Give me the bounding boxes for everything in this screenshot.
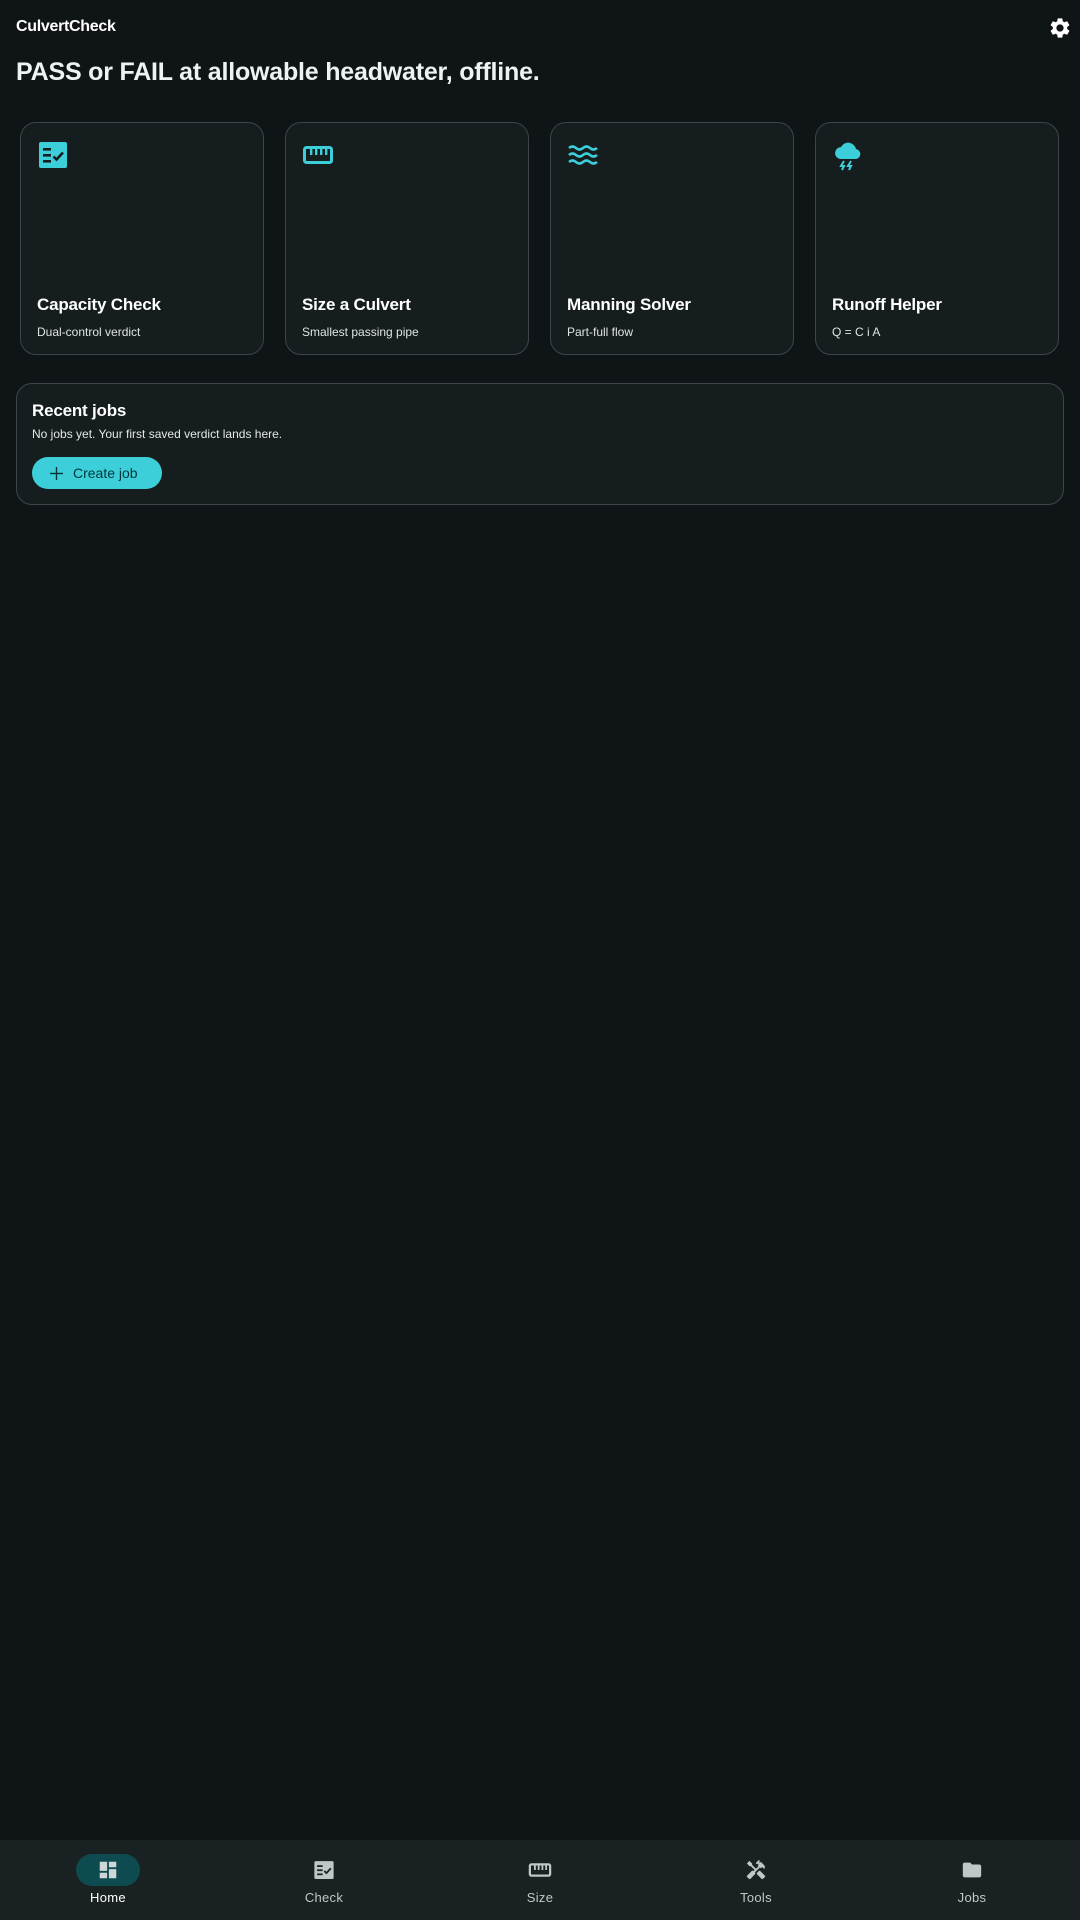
recent-jobs-title: Recent jobs [32, 401, 127, 420]
card-title: Runoff Helper [832, 295, 942, 314]
recent-jobs-panel: Recent jobs No jobs yet. Your first save… [16, 383, 1064, 505]
fact-check-icon [314, 1861, 334, 1879]
card-subtitle: Smallest passing pipe [302, 325, 419, 339]
nav-item-check[interactable]: Check [216, 1840, 432, 1920]
storm-cloud-icon [835, 142, 861, 171]
nav-label: Tools [740, 1890, 772, 1905]
card-subtitle: Part-full flow [567, 325, 634, 339]
top-app-bar: CulvertCheck [0, 0, 1080, 56]
ruler-icon [528, 1863, 552, 1877]
dashboard-icon [99, 1861, 117, 1879]
card-subtitle: Q = C i A [832, 325, 881, 339]
folder-icon [962, 1862, 982, 1878]
gear-icon [1050, 18, 1070, 38]
create-job-button[interactable]: Create job [32, 457, 162, 489]
page-headline: PASS or FAIL at allowable headwater, off… [16, 58, 540, 86]
nav-active-indicator [76, 1854, 140, 1886]
card-title: Capacity Check [37, 295, 161, 314]
card-manning-solver[interactable]: Manning Solver Part-full flow [550, 122, 794, 355]
waves-icon [568, 145, 598, 165]
nav-label: Home [90, 1890, 126, 1905]
card-size-culvert[interactable]: Size a Culvert Smallest passing pipe [285, 122, 529, 355]
card-title: Size a Culvert [302, 295, 411, 314]
card-capacity-check[interactable]: Capacity Check Dual-control verdict [20, 122, 264, 355]
fact-check-icon [39, 142, 67, 168]
tools-icon [746, 1859, 766, 1880]
nav-label: Check [304, 1890, 344, 1905]
card-subtitle: Dual-control verdict [37, 325, 141, 339]
recent-jobs-empty-text: No jobs yet. Your first saved verdict la… [32, 427, 283, 441]
app-title: CulvertCheck [16, 18, 116, 35]
nav-item-tools[interactable]: Tools [648, 1840, 864, 1920]
nav-label: Size [526, 1890, 554, 1905]
bottom-navigation: Home Check Size Tools Jobs [0, 1840, 1080, 1920]
app-root: CulvertCheck PASS or FAIL at allowable h… [0, 0, 1080, 1920]
tool-cards: Capacity Check Dual-control verdict Size… [20, 122, 1060, 355]
nav-item-size[interactable]: Size [432, 1840, 648, 1920]
settings-button[interactable] [1046, 14, 1074, 42]
nav-item-home[interactable]: Home [0, 1840, 216, 1920]
ruler-icon [303, 146, 333, 164]
create-job-label: Create job [73, 465, 138, 481]
plus-icon [50, 466, 63, 480]
nav-item-jobs[interactable]: Jobs [864, 1840, 1080, 1920]
card-runoff-helper[interactable]: Runoff Helper Q = C i A [815, 122, 1059, 355]
nav-label: Jobs [957, 1890, 987, 1905]
card-title: Manning Solver [567, 295, 691, 314]
